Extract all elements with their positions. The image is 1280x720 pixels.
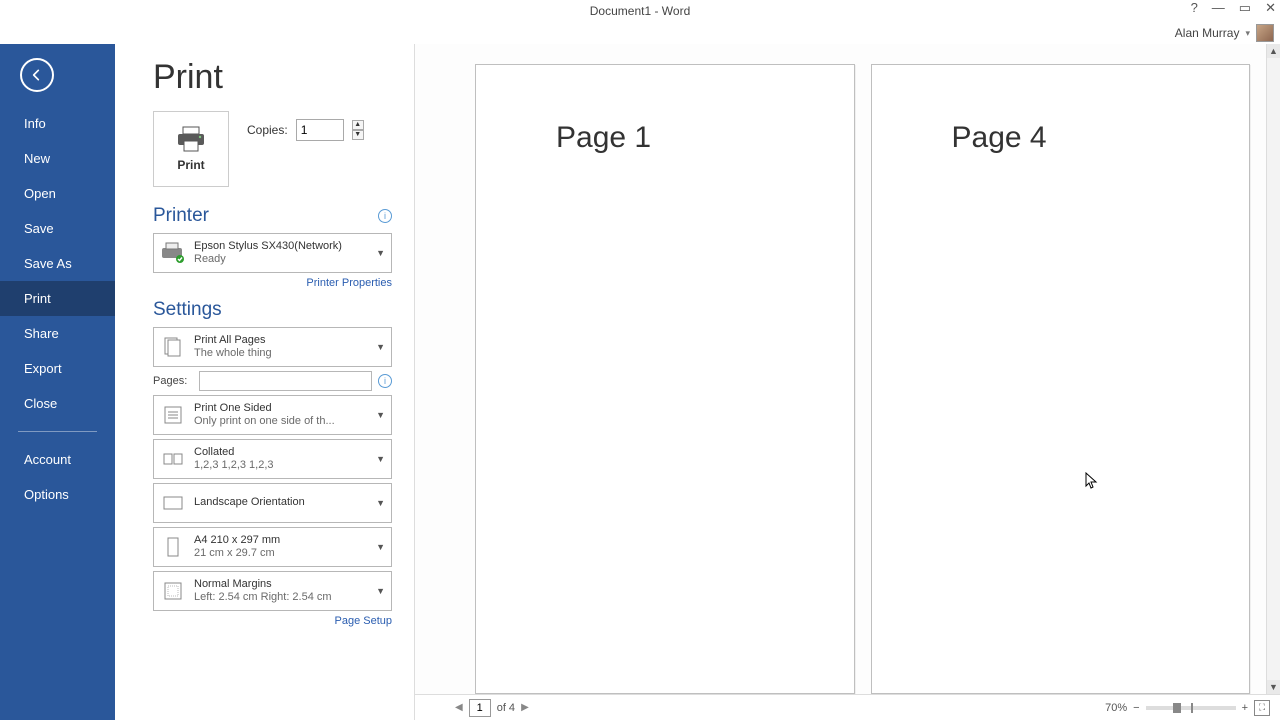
prev-page-button[interactable]: ◀	[455, 702, 463, 713]
zoom-out-button[interactable]: −	[1133, 702, 1139, 714]
one-sided-icon	[160, 402, 186, 428]
printer-device-icon	[160, 240, 186, 266]
print-preview: Page 1 Page 4 ▲ ▼ ◀	[415, 44, 1280, 720]
page-total-label: of 4	[497, 702, 515, 714]
title-bar: Document1 - Word ? — ▭ ✕	[0, 0, 1280, 22]
preview-page: Page 1	[475, 64, 855, 694]
sidebar-item-info[interactable]: Info	[0, 106, 115, 141]
sidebar-item-save-as[interactable]: Save As	[0, 246, 115, 281]
restore-icon[interactable]: ▭	[1239, 1, 1251, 14]
spin-up-icon[interactable]: ▲	[352, 120, 364, 130]
setting-subtitle: Only print on one side of th...	[194, 415, 368, 428]
setting-title: Print One Sided	[194, 402, 368, 415]
window-title: Document1 - Word	[590, 4, 690, 18]
setting-subtitle: 21 cm x 29.7 cm	[194, 547, 368, 560]
sidebar-item-export[interactable]: Export	[0, 351, 115, 386]
setting-print-all-pages[interactable]: Print All PagesThe whole thing ▼	[153, 327, 392, 367]
collated-icon	[160, 446, 186, 472]
setting-paper-size[interactable]: A4 210 x 297 mm21 cm x 29.7 cm ▼	[153, 527, 392, 567]
sidebar-item-options[interactable]: Options	[0, 477, 115, 512]
arrow-left-icon	[29, 67, 45, 83]
preview-page: Page 4	[871, 64, 1251, 694]
window-controls: ? — ▭ ✕	[1191, 1, 1276, 14]
pages-input[interactable]	[199, 371, 372, 391]
printer-properties-link[interactable]: Printer Properties	[306, 277, 392, 289]
sidebar-item-save[interactable]: Save	[0, 211, 115, 246]
setting-subtitle: 1,2,3 1,2,3 1,2,3	[194, 459, 368, 472]
sidebar-item-account[interactable]: Account	[0, 442, 115, 477]
minimize-icon[interactable]: —	[1212, 1, 1225, 14]
printer-selector[interactable]: Epson Stylus SX430(Network) Ready ▼	[153, 233, 392, 273]
chevron-down-icon: ▼	[376, 342, 385, 352]
margins-icon	[160, 578, 186, 604]
page-number-input[interactable]	[469, 699, 491, 717]
chevron-down-icon: ▼	[376, 454, 385, 464]
close-icon[interactable]: ✕	[1265, 1, 1276, 14]
setting-print-one-sided[interactable]: Print One SidedOnly print on one side of…	[153, 395, 392, 435]
printer-status: Ready	[194, 253, 368, 266]
chevron-down-icon: ▼	[376, 542, 385, 552]
paper-size-icon	[160, 534, 186, 560]
settings-heading: Settings	[153, 299, 222, 321]
print-settings-panel: Print Print Copies:	[115, 44, 415, 720]
zoom-slider[interactable]	[1146, 706, 1236, 710]
chevron-down-icon[interactable]: ▾	[1245, 28, 1250, 39]
avatar[interactable]	[1256, 24, 1274, 42]
zoom-level-label: 70%	[1105, 702, 1127, 714]
printer-icon	[176, 126, 206, 152]
zoom-in-button[interactable]: +	[1242, 702, 1248, 714]
setting-title: Landscape Orientation	[194, 496, 368, 509]
backstage-sidebar: InfoNewOpenSaveSave AsPrintShareExportCl…	[0, 44, 115, 720]
setting-subtitle: Left: 2.54 cm Right: 2.54 cm	[194, 591, 368, 604]
back-button[interactable]	[20, 58, 54, 92]
setting-orientation[interactable]: Landscape Orientation ▼	[153, 483, 392, 523]
scroll-up-icon[interactable]: ▲	[1267, 44, 1280, 58]
print-button[interactable]: Print	[153, 111, 229, 187]
info-icon[interactable]: i	[378, 209, 392, 223]
chevron-down-icon: ▼	[376, 248, 385, 258]
preview-page-label: Page 1	[556, 121, 651, 155]
chevron-down-icon: ▼	[376, 586, 385, 596]
scroll-down-icon[interactable]: ▼	[1267, 680, 1280, 694]
copies-input[interactable]	[296, 119, 344, 141]
printer-name: Epson Stylus SX430(Network)	[194, 240, 368, 253]
page-setup-link[interactable]: Page Setup	[335, 615, 393, 627]
page-title: Print	[153, 58, 392, 97]
sidebar-item-print[interactable]: Print	[0, 281, 115, 316]
setting-subtitle: The whole thing	[194, 347, 368, 360]
copies-spinner[interactable]: ▲ ▼	[352, 120, 364, 140]
pages-icon	[160, 334, 186, 360]
sidebar-item-new[interactable]: New	[0, 141, 115, 176]
copies-label: Copies:	[247, 123, 288, 137]
zoom-to-page-button[interactable]: ⛶	[1254, 700, 1270, 716]
preview-status-bar: ◀ of 4 ▶ 70% − + ⛶	[415, 694, 1280, 720]
vertical-scrollbar[interactable]: ▲ ▼	[1266, 44, 1280, 694]
next-page-button[interactable]: ▶	[521, 702, 529, 713]
sidebar-item-share[interactable]: Share	[0, 316, 115, 351]
setting-title: Normal Margins	[194, 578, 368, 591]
help-icon[interactable]: ?	[1191, 1, 1198, 14]
sidebar-item-open[interactable]: Open	[0, 176, 115, 211]
spin-down-icon[interactable]: ▼	[352, 130, 364, 140]
user-row: Alan Murray ▾	[0, 22, 1280, 44]
setting-title: Collated	[194, 446, 368, 459]
pages-label: Pages:	[153, 375, 193, 387]
setting-margins[interactable]: Normal MarginsLeft: 2.54 cm Right: 2.54 …	[153, 571, 392, 611]
info-icon[interactable]: i	[378, 374, 392, 388]
printer-heading: Printer	[153, 205, 209, 227]
chevron-down-icon: ▼	[376, 498, 385, 508]
setting-title: Print All Pages	[194, 334, 368, 347]
orientation-icon	[160, 490, 186, 516]
sidebar-item-close[interactable]: Close	[0, 386, 115, 421]
print-button-label: Print	[177, 158, 204, 172]
setting-title: A4 210 x 297 mm	[194, 534, 368, 547]
preview-page-label: Page 4	[952, 121, 1047, 155]
user-name[interactable]: Alan Murray	[1175, 26, 1240, 40]
chevron-down-icon: ▼	[376, 410, 385, 420]
setting-collated[interactable]: Collated1,2,3 1,2,3 1,2,3 ▼	[153, 439, 392, 479]
